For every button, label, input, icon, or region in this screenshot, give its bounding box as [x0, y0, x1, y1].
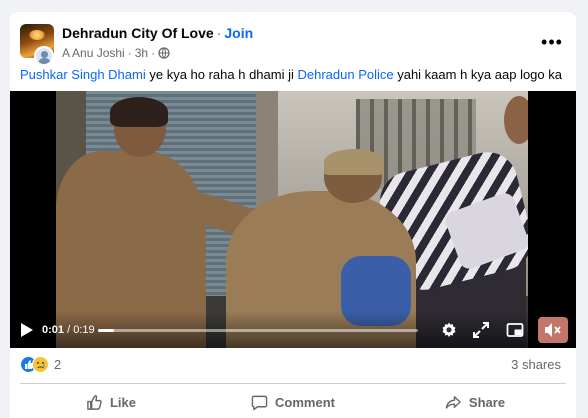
separator-dot: · — [216, 25, 222, 41]
person-head — [504, 96, 528, 144]
duration: 0:19 — [73, 324, 95, 336]
sad-icon — [32, 356, 49, 373]
video-time: 0:01 / 0:19 — [42, 324, 95, 336]
share-count[interactable]: 3 shares — [511, 357, 561, 372]
thumbs-up-icon — [87, 394, 102, 410]
muted-icon — [545, 323, 561, 337]
picture-in-picture-icon[interactable] — [506, 321, 524, 339]
post-text: Pushkar Singh Dhami ye kya ho raha h dha… — [20, 66, 566, 83]
avatar-body — [38, 58, 51, 64]
group-name-link[interactable]: Dehradun City Of Love — [62, 25, 214, 41]
post-meta: A Anu Joshi · 3h · — [62, 46, 170, 60]
progress-scrubber[interactable] — [98, 329, 418, 332]
post-text-part: ye kya ho raha h dhami ji — [145, 67, 298, 82]
comment-icon — [251, 395, 268, 410]
divider — [20, 383, 566, 384]
like-label: Like — [109, 394, 136, 410]
separator-dot: · — [127, 46, 132, 60]
reaction-bar: 2 3 shares — [20, 354, 566, 374]
more-icon: ••• — [541, 32, 563, 52]
fullscreen-icon[interactable] — [472, 321, 490, 339]
avatar-head — [41, 51, 48, 58]
mention-link[interactable]: Dehradun Police — [297, 67, 393, 82]
mute-button[interactable] — [538, 317, 568, 343]
video-controls: 0:01 / 0:19 — [10, 311, 576, 348]
time-separator: / — [64, 324, 74, 336]
reaction-icons[interactable] — [20, 356, 54, 374]
like-button[interactable]: Like — [20, 387, 202, 417]
more-options-button[interactable]: ••• — [538, 32, 566, 52]
officer-cap — [324, 149, 384, 175]
share-button[interactable]: Share — [384, 387, 566, 417]
author-avatar[interactable] — [34, 46, 54, 66]
person-hair — [110, 97, 168, 127]
share-label: Share — [468, 394, 506, 410]
action-bar: Like Comment Share — [20, 387, 566, 417]
play-icon[interactable] — [20, 322, 34, 338]
comment-button[interactable]: Comment — [202, 387, 384, 417]
group-title-line: Dehradun City Of Love · Join — [62, 25, 253, 41]
share-icon — [445, 395, 461, 409]
author-name[interactable]: A Anu Joshi — [62, 46, 125, 60]
post-card: Dehradun City Of Love · Join A Anu Joshi ·… — [10, 12, 576, 418]
post-text-part: yahi kaam h kya aap logo ka — [393, 67, 562, 82]
progress-fill — [98, 329, 114, 332]
reaction-count[interactable]: 2 — [54, 357, 61, 372]
globe-icon — [158, 47, 170, 59]
post-header: Dehradun City Of Love · Join A Anu Joshi ·… — [20, 24, 566, 70]
avatar-glow — [29, 30, 45, 40]
video-frame — [56, 91, 528, 348]
settings-icon[interactable] — [440, 321, 458, 339]
separator-dot: · — [151, 46, 156, 60]
current-time: 0:01 — [42, 324, 65, 336]
mention-link[interactable]: Pushkar Singh Dhami — [20, 67, 146, 82]
join-button[interactable]: Join — [224, 25, 253, 41]
comment-label: Comment — [275, 394, 335, 410]
video-player[interactable]: 0:01 / 0:19 — [10, 91, 576, 348]
post-time[interactable]: 3h — [135, 46, 148, 60]
